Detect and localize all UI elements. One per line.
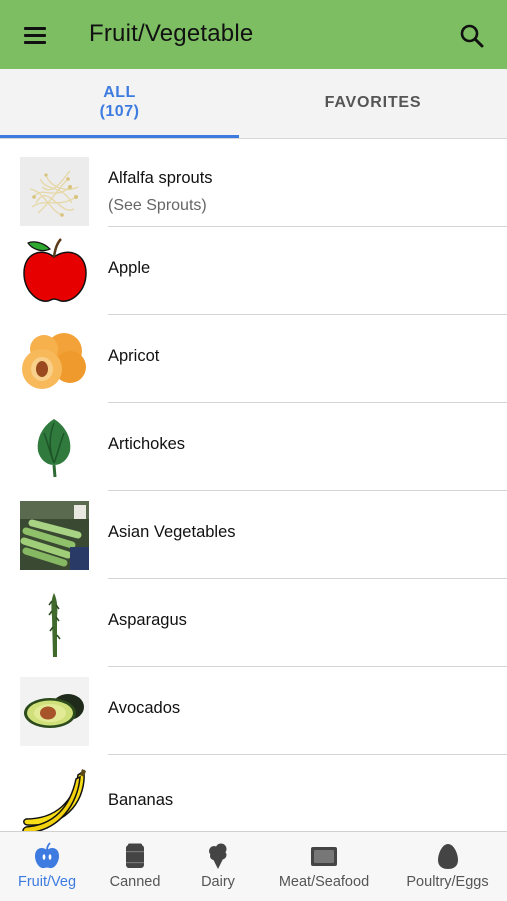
artichoke-image	[37, 419, 71, 478]
active-tab-indicator	[0, 135, 239, 138]
asian-vegetables-image	[20, 501, 89, 570]
nav-dairy-label: Dairy	[201, 874, 235, 890]
tab-favorites-label: FAVORITES	[324, 94, 422, 111]
meat-tray-icon	[311, 847, 337, 866]
list-item-apricot[interactable]: Apricot	[0, 315, 507, 403]
list-item-avocados[interactable]: Avocados	[0, 667, 507, 755]
page-title: Fruit/Vegetable	[89, 20, 254, 47]
tab-all-count: (107)	[99, 103, 140, 120]
nav-poultry-eggs-label: Poultry/Eggs	[406, 874, 489, 890]
item-name: Apricot	[108, 347, 160, 365]
item-note: (See Sprouts)	[108, 197, 207, 214]
tab-all-label: ALL	[103, 84, 136, 101]
avocado-image	[20, 677, 89, 746]
app-bar: Fruit/Vegetable	[0, 0, 507, 69]
ice-cream-icon	[209, 843, 227, 869]
asparagus-image	[48, 593, 61, 657]
nav-canned-label: Canned	[109, 874, 161, 890]
produce-list[interactable]: Alfalfa sprouts (See Sprouts) Apple Apri…	[0, 139, 507, 831]
nav-canned[interactable]: Canned	[94, 832, 176, 901]
egg-icon	[437, 844, 458, 869]
tab-favorites[interactable]: FAVORITES	[239, 69, 507, 138]
nav-meat-seafood-label: Meat/Seafood	[278, 874, 370, 890]
item-name: Avocados	[108, 699, 181, 717]
nav-dairy[interactable]: Dairy	[176, 832, 260, 901]
list-item-bananas[interactable]: Bananas	[0, 755, 507, 831]
tab-all[interactable]: ALL (107)	[0, 69, 239, 138]
bottom-navigation: Fruit/Veg Canned Dairy Meat/Seafood Poul…	[0, 831, 507, 901]
apricot-image	[22, 333, 86, 389]
banana-image	[22, 769, 86, 831]
nav-meat-seafood[interactable]: Meat/Seafood	[260, 832, 388, 901]
list-item-asian-vegetables[interactable]: Asian Vegetables	[0, 491, 507, 579]
item-name: Bananas	[108, 791, 174, 809]
nav-fruit-veg-label: Fruit/Veg	[17, 874, 77, 890]
apple-image	[23, 238, 87, 302]
list-item-asparagus[interactable]: Asparagus	[0, 579, 507, 667]
apple-icon	[35, 842, 59, 869]
list-item-artichokes[interactable]: Artichokes	[0, 403, 507, 491]
item-name: Alfalfa sprouts	[108, 169, 213, 187]
nav-poultry-eggs[interactable]: Poultry/Eggs	[388, 832, 507, 901]
hamburger-menu-icon[interactable]	[22, 22, 48, 48]
can-icon	[126, 843, 144, 868]
search-icon[interactable]	[458, 22, 486, 50]
list-item-alfalfa-sprouts[interactable]: Alfalfa sprouts (See Sprouts)	[0, 139, 507, 227]
list-item-apple[interactable]: Apple	[0, 227, 507, 315]
item-name: Apple	[108, 259, 151, 277]
item-name: Artichokes	[108, 435, 186, 453]
nav-fruit-veg[interactable]: Fruit/Veg	[0, 832, 94, 901]
tab-bar: ALL (107) FAVORITES	[0, 69, 507, 139]
item-name: Asian Vegetables	[108, 523, 236, 541]
alfalfa-sprouts-image	[20, 157, 89, 226]
item-name: Asparagus	[108, 611, 187, 629]
